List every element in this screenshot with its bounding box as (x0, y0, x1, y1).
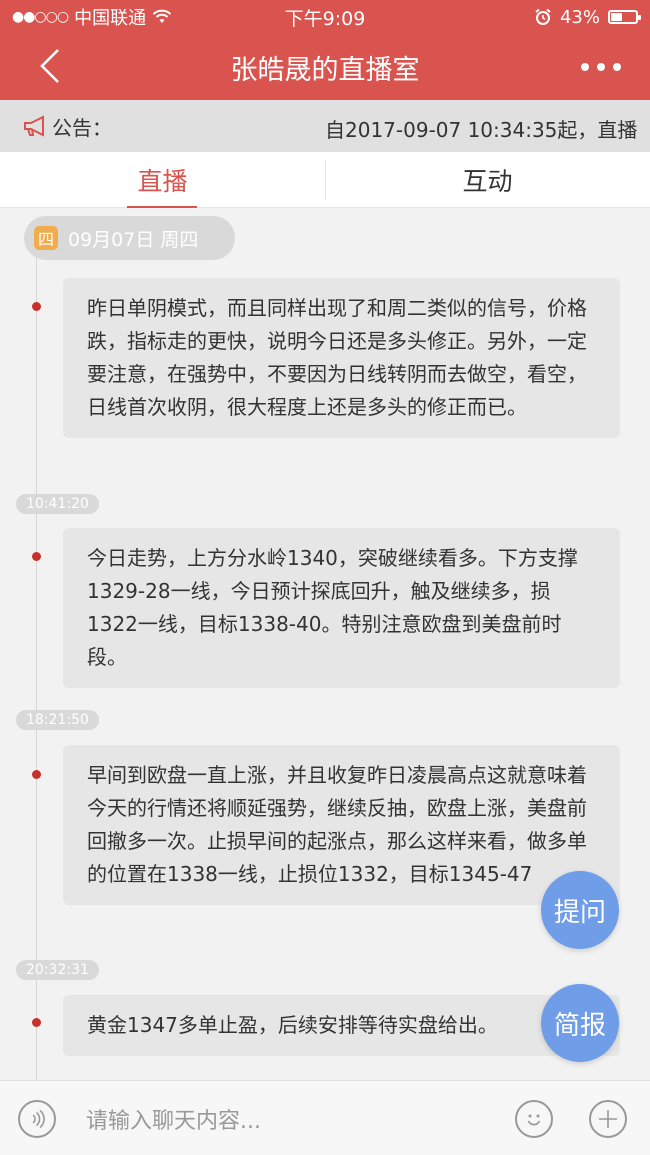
emoji-button[interactable] (515, 1100, 553, 1138)
post-message: 早间到欧盘一直上涨，并且收复昨日凌晨高点这就意味着今天的行情还将顺延强势，继续反… (63, 745, 620, 905)
back-button[interactable] (30, 46, 70, 86)
tab-interaction[interactable]: 互动 (325, 152, 650, 207)
announcement-text: 自2017-09-07 10:34:35起，直播 (325, 118, 638, 142)
post-time: 10:41:20 (16, 494, 99, 514)
top-bar: ●●○○○ 中国联通 下午9:09 43% 张皓晟的直播室 (0, 0, 650, 100)
smiley-icon (527, 1114, 541, 1126)
megaphone-icon (24, 115, 44, 137)
voice-wave-icon (32, 1109, 45, 1129)
tab-live[interactable]: 直播 (0, 152, 325, 208)
carrier-name: 中国联通 (74, 8, 147, 29)
chat-input-bar: 请输入聊天内容... (0, 1080, 650, 1155)
timeline-dot (32, 552, 41, 561)
announcement-label: 公告： (52, 115, 112, 140)
wifi-icon (152, 9, 172, 23)
post-message: 今日走势，上方分水岭1340，突破继续看多。下方支撑1329-28一线，今日预计… (63, 528, 620, 688)
chevron-left-icon (40, 49, 59, 83)
timeline-dot (32, 770, 41, 779)
post-message: 黄金1347多单止盈，后续安排等待实盘给出。 (63, 995, 620, 1056)
live-timeline[interactable]: 四 09月07日 周四 昨日单阴模式，而且同样出现了和周二类似的信号，价格跌，指… (0, 208, 650, 1080)
signal-strength-icon: ●●○○○ (12, 9, 69, 25)
battery-icon (608, 10, 641, 24)
weekday-badge: 四 (34, 226, 58, 250)
tab-bar: 直播 互动 (0, 152, 650, 208)
post-time: 20:32:31 (16, 960, 99, 980)
announcement-bar[interactable]: 公告： 自2017-09-07 10:34:35起，直播 (0, 100, 650, 152)
plus-icon (599, 1110, 617, 1128)
timeline-line (36, 248, 37, 1080)
date-label: 09月07日 周四 (68, 228, 199, 251)
nav-bar: 张皓晟的直播室 (0, 34, 650, 100)
post-message: 昨日单阴模式，而且同样出现了和周二类似的信号，价格跌，指标走的更快，说明今日还是… (63, 278, 620, 438)
brief-report-button[interactable]: 简报 (541, 984, 619, 1062)
battery-fill (611, 13, 623, 21)
chat-input[interactable]: 请输入聊天内容... (86, 1103, 261, 1135)
more-dots-icon (581, 63, 621, 71)
date-header: 四 09月07日 周四 (24, 216, 235, 260)
alarm-icon (535, 8, 551, 25)
status-bar: ●●○○○ 中国联通 下午9:09 43% (0, 0, 650, 34)
battery-percent: 43% (559, 6, 600, 28)
post-time: 18:21:50 (16, 710, 99, 730)
page-title: 张皓晟的直播室 (230, 54, 420, 86)
voice-input-button[interactable] (18, 1100, 56, 1138)
more-options-button[interactable] (580, 48, 622, 78)
ask-question-button[interactable]: 提问 (541, 871, 619, 949)
timeline-dot (32, 1018, 41, 1027)
timeline-dot (32, 302, 41, 311)
add-attachment-button[interactable] (589, 1100, 627, 1138)
